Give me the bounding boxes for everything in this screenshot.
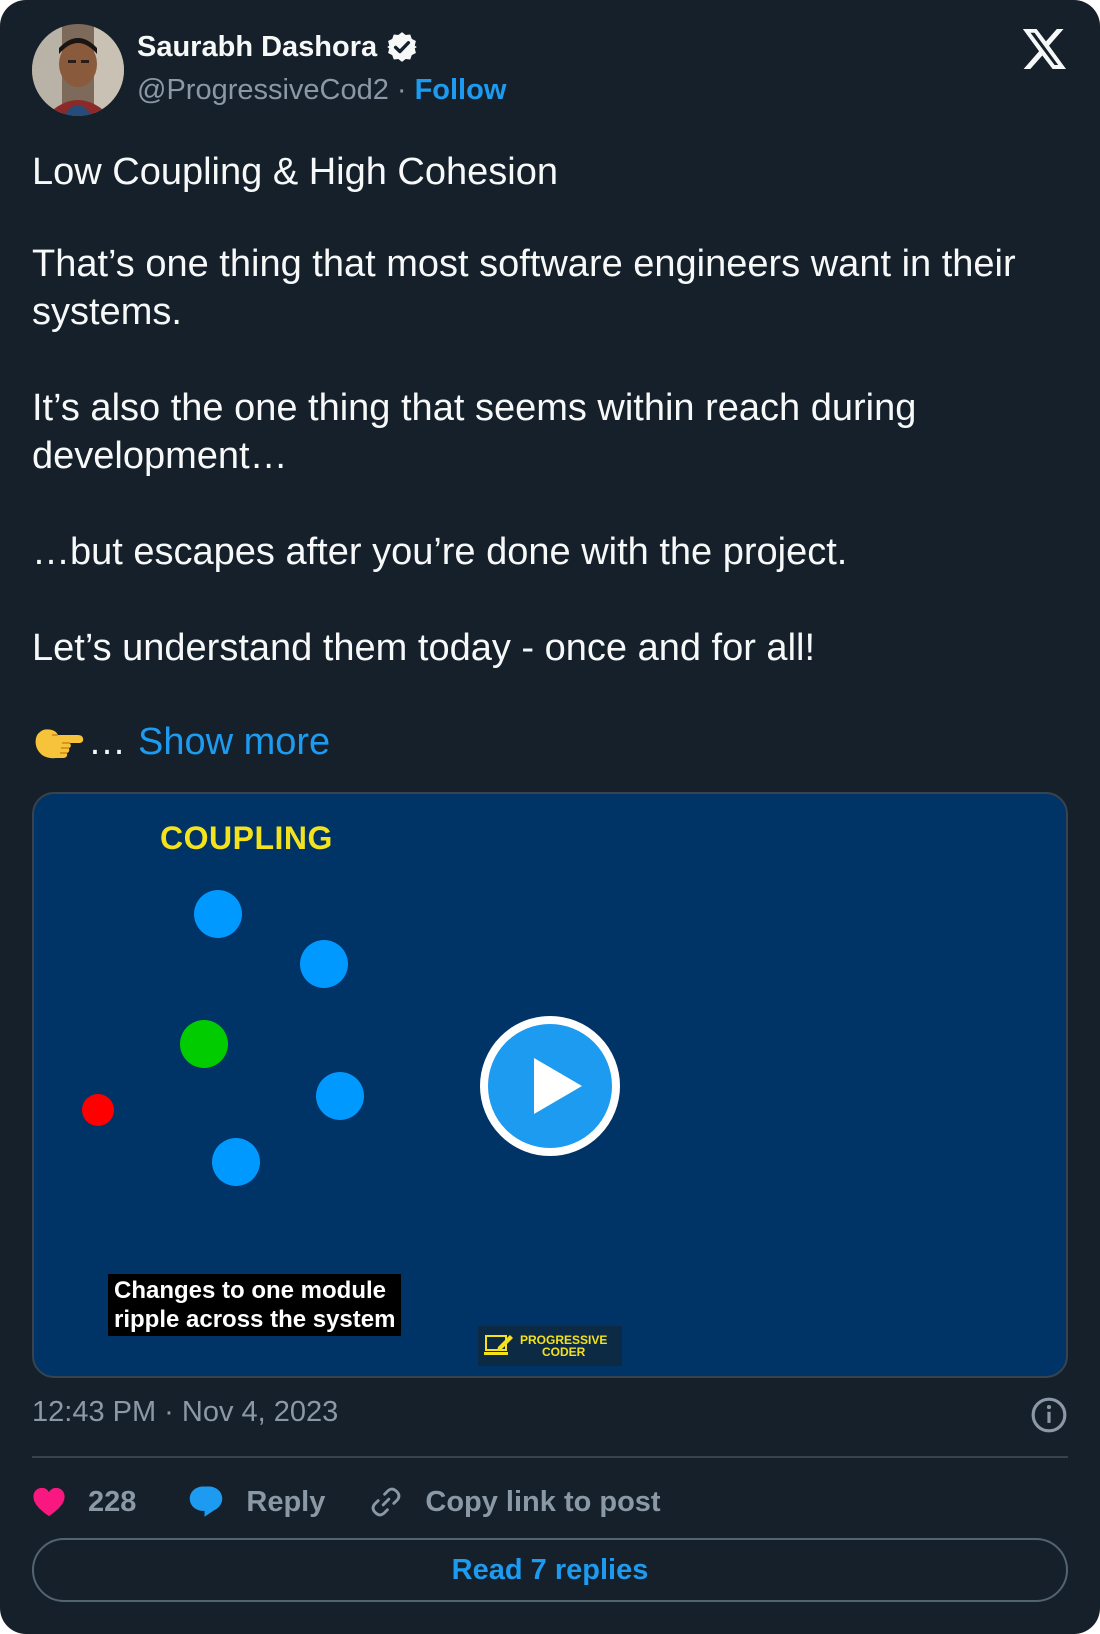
module-dot [212,1138,260,1186]
caption-line: ripple across the system [114,1306,396,1333]
author-name[interactable]: Saurabh Dashora [137,31,377,64]
module-dot [316,1072,364,1120]
reply-label: Reply [246,1485,326,1518]
info-icon[interactable] [1030,1396,1068,1434]
author-handle[interactable]: @ProgressiveCod2 [137,74,389,107]
tweet-paragraph: Let’s understand them today - once and f… [32,627,816,669]
verified-badge-icon [385,30,419,64]
like-button[interactable]: 228 [32,1486,136,1519]
brand-line: CODER [542,1345,586,1359]
play-icon[interactable] [478,1014,622,1158]
x-logo-icon[interactable] [1022,28,1068,70]
pointing-hand-icon [35,729,84,759]
read-replies-button[interactable]: Read 7 replies [32,1538,1068,1602]
handle-separator: · [396,74,407,106]
media-title: COUPLING [160,820,333,856]
action-bar: 228 Reply Copy link to post [32,1478,661,1526]
laptop-pen-icon [484,1335,513,1355]
like-count: 228 [88,1485,137,1518]
tweet-paragraph: That’s one thing that most software engi… [32,243,1016,333]
module-dot [180,1020,228,1068]
ellipsis: … [88,721,126,763]
copy-link-label: Copy link to post [425,1485,661,1518]
module-dot [194,890,242,938]
copy-link-button[interactable]: Copy link to post [369,1485,661,1519]
read-replies-label: Read 7 replies [451,1553,649,1586]
caption-line: Changes to one module [114,1277,387,1304]
divider [32,1456,1068,1458]
link-icon [372,1487,401,1517]
author-avatar[interactable] [32,24,124,116]
reply-bubble-icon [190,1486,223,1517]
module-dot [82,1094,114,1126]
tweet-paragraph: Low Coupling & High Cohesion [32,151,558,193]
author-name-row[interactable]: Saurabh Dashora [137,30,419,64]
brand-watermark: PROGRESSIVE CODER [478,1326,622,1366]
author-handle-row: @ProgressiveCod2 · Follow [137,74,506,107]
show-more-link[interactable]: Show more [138,718,330,766]
follow-button[interactable]: Follow [415,74,507,107]
reply-button[interactable]: Reply [188,1485,325,1519]
video-caption: Changes to one module ripple across the … [108,1274,402,1336]
heart-icon [33,1487,65,1517]
brand-text: PROGRESSIVE CODER [520,1334,607,1358]
show-more-row: … Show more [32,718,330,766]
tweet-card: Saurabh Dashora @ProgressiveCod2 · Follo… [0,0,1100,1634]
post-timestamp[interactable]: 12:43 PM · Nov 4, 2023 [32,1396,338,1429]
tweet-paragraph: …but escapes after you’re done with the … [32,531,848,573]
video-media[interactable]: COUPLING Changes to one module ripple ac… [32,792,1068,1378]
module-dot [300,940,348,988]
tweet-paragraph: It’s also the one thing that seems withi… [32,387,917,477]
